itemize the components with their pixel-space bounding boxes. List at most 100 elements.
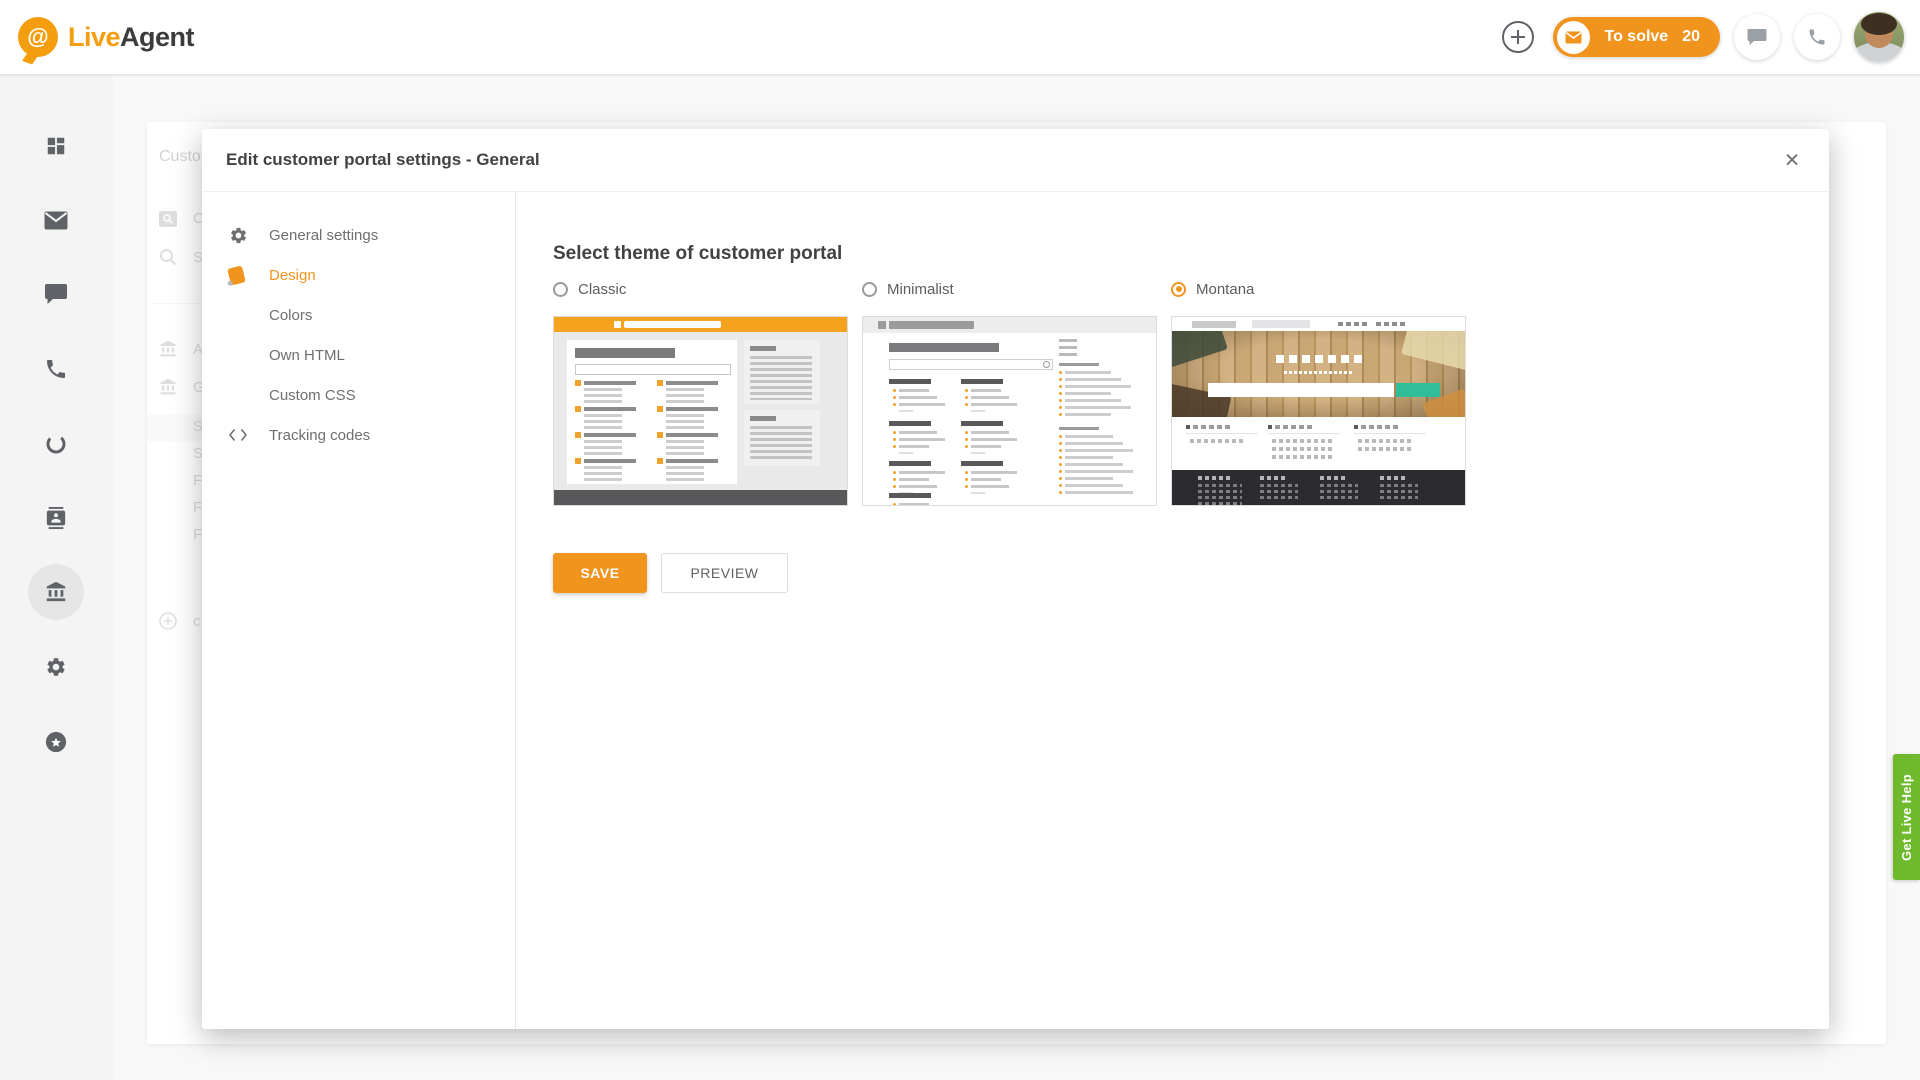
thumb-section-title [889,421,931,426]
thumb-bullet [1059,470,1062,473]
thumb-bullet [1059,456,1062,459]
sidebar-item-dashboard[interactable] [28,118,84,174]
thumb-body [554,332,847,492]
add-button[interactable] [1497,16,1539,58]
thumb-bullet [893,503,896,506]
thumb-line [1065,477,1113,480]
nav-item-own-html[interactable]: Own HTML [225,335,505,375]
liveagent-logo[interactable]: @ LiveAgent [18,17,194,57]
thumb-bullet [965,438,968,441]
thumb-hero-paper [1401,331,1465,371]
thumb-bullet [965,431,968,434]
dashboard-icon [45,135,67,157]
sidebar-item-tickets[interactable] [28,192,84,248]
envelope-icon [1565,31,1582,44]
star-circle-icon [45,731,67,753]
radio-minimalist[interactable]: Minimalist [862,276,1159,302]
thumb-side-title [1059,427,1099,430]
thumb-footer [1172,470,1465,505]
thumb-line [971,485,1009,488]
thumb-line [971,431,1009,434]
thumb-item-title [666,381,718,385]
thumb-item-title [584,407,636,411]
thumb-sidebar-box [744,410,820,466]
sidebar-item-addons[interactable] [28,714,84,770]
thumb-bullet [965,471,968,474]
get-live-help-tab[interactable]: Get Live Help [1893,754,1920,880]
radio-classic[interactable]: Classic [553,276,850,302]
nav-label: General settings [269,227,378,244]
thumb-col-line [1272,447,1332,451]
thumb-bullet [575,458,581,464]
theme-preview-classic[interactable] [553,316,848,506]
nav-item-custom-css[interactable]: Custom CSS [225,375,505,415]
thumb-title-squares [1276,355,1362,363]
chats-button[interactable] [1734,14,1780,60]
mail-icon [44,211,68,230]
sidebar-item-calls[interactable] [28,341,84,397]
thumb-item-lines [584,466,622,482]
thumb-footer-line [1380,484,1418,487]
preview-button[interactable]: PREVIEW [661,553,788,593]
thumb-bullet [575,380,581,386]
section-heading: Select theme of customer portal [553,243,842,265]
sidebar-item-chats[interactable] [28,266,84,322]
theme-options: Classic Minimalist Montana [553,276,1468,506]
thumb-line [1065,449,1133,452]
radio-label: Montana [1196,281,1254,298]
save-button[interactable]: SAVE [553,553,647,593]
calls-button[interactable] [1794,14,1840,60]
nav-item-design[interactable]: Design [225,255,505,295]
sidebar-item-settings[interactable] [28,639,84,695]
thumb-col-title [1275,425,1313,429]
thumb-bullet [1059,392,1062,395]
thumb-title-bar [575,348,675,358]
thumb-bullet [1059,491,1062,494]
phone-icon [1807,27,1827,47]
nav-item-tracking-codes[interactable]: Tracking codes [225,415,505,455]
thumb-bullet [893,445,896,448]
thumb-col-line [1358,439,1412,443]
sidebar-item-automation[interactable] [28,416,84,472]
thumb-footer [554,490,847,505]
thumb-col-icon [1354,425,1358,429]
radio-montana[interactable]: Montana [1171,276,1468,302]
radio-icon[interactable] [862,282,877,297]
close-icon[interactable]: × [1777,145,1807,175]
thumb-square [1289,355,1297,363]
radio-icon-checked[interactable] [1171,282,1186,297]
thumb-item-title [584,381,636,385]
gear-icon [225,226,269,245]
sidebar-item-customers[interactable] [28,490,84,546]
thumb-bullet [965,403,968,406]
chat-icon [1747,28,1767,46]
thumb-bullet [893,485,896,488]
code-icon [225,428,269,442]
get-live-help-label: Get Live Help [1899,774,1914,861]
thumb-line [1065,456,1113,459]
portal-bank-icon [45,581,67,603]
to-solve-count: 20 [1682,28,1700,46]
nav-item-colors[interactable]: Colors [225,295,505,335]
thumb-more-line [899,410,913,412]
thumb-square [1315,355,1323,363]
thumb-footer-title [1380,476,1408,480]
thumb-col-title [1193,425,1231,429]
theme-preview-minimalist[interactable] [862,316,1157,506]
thumb-nav-pill [1192,321,1236,328]
theme-preview-montana[interactable] [1171,316,1466,506]
nav-item-general-settings[interactable]: General settings [225,215,505,255]
thumb-square [1341,355,1349,363]
to-solve-button[interactable]: To solve 20 [1553,17,1720,57]
thumb-nav-box [1252,320,1310,328]
thumb-line [899,471,945,474]
thumb-bullet [1059,406,1062,409]
thumb-bullet [893,478,896,481]
radio-icon[interactable] [553,282,568,297]
thumb-footer-line [1260,484,1298,487]
thumb-col-line [1272,439,1332,443]
user-avatar[interactable] [1854,12,1904,62]
thumb-hero-search-button [1396,383,1440,397]
thumb-footer-line [1380,490,1418,493]
sidebar-item-portal[interactable] [28,564,84,620]
